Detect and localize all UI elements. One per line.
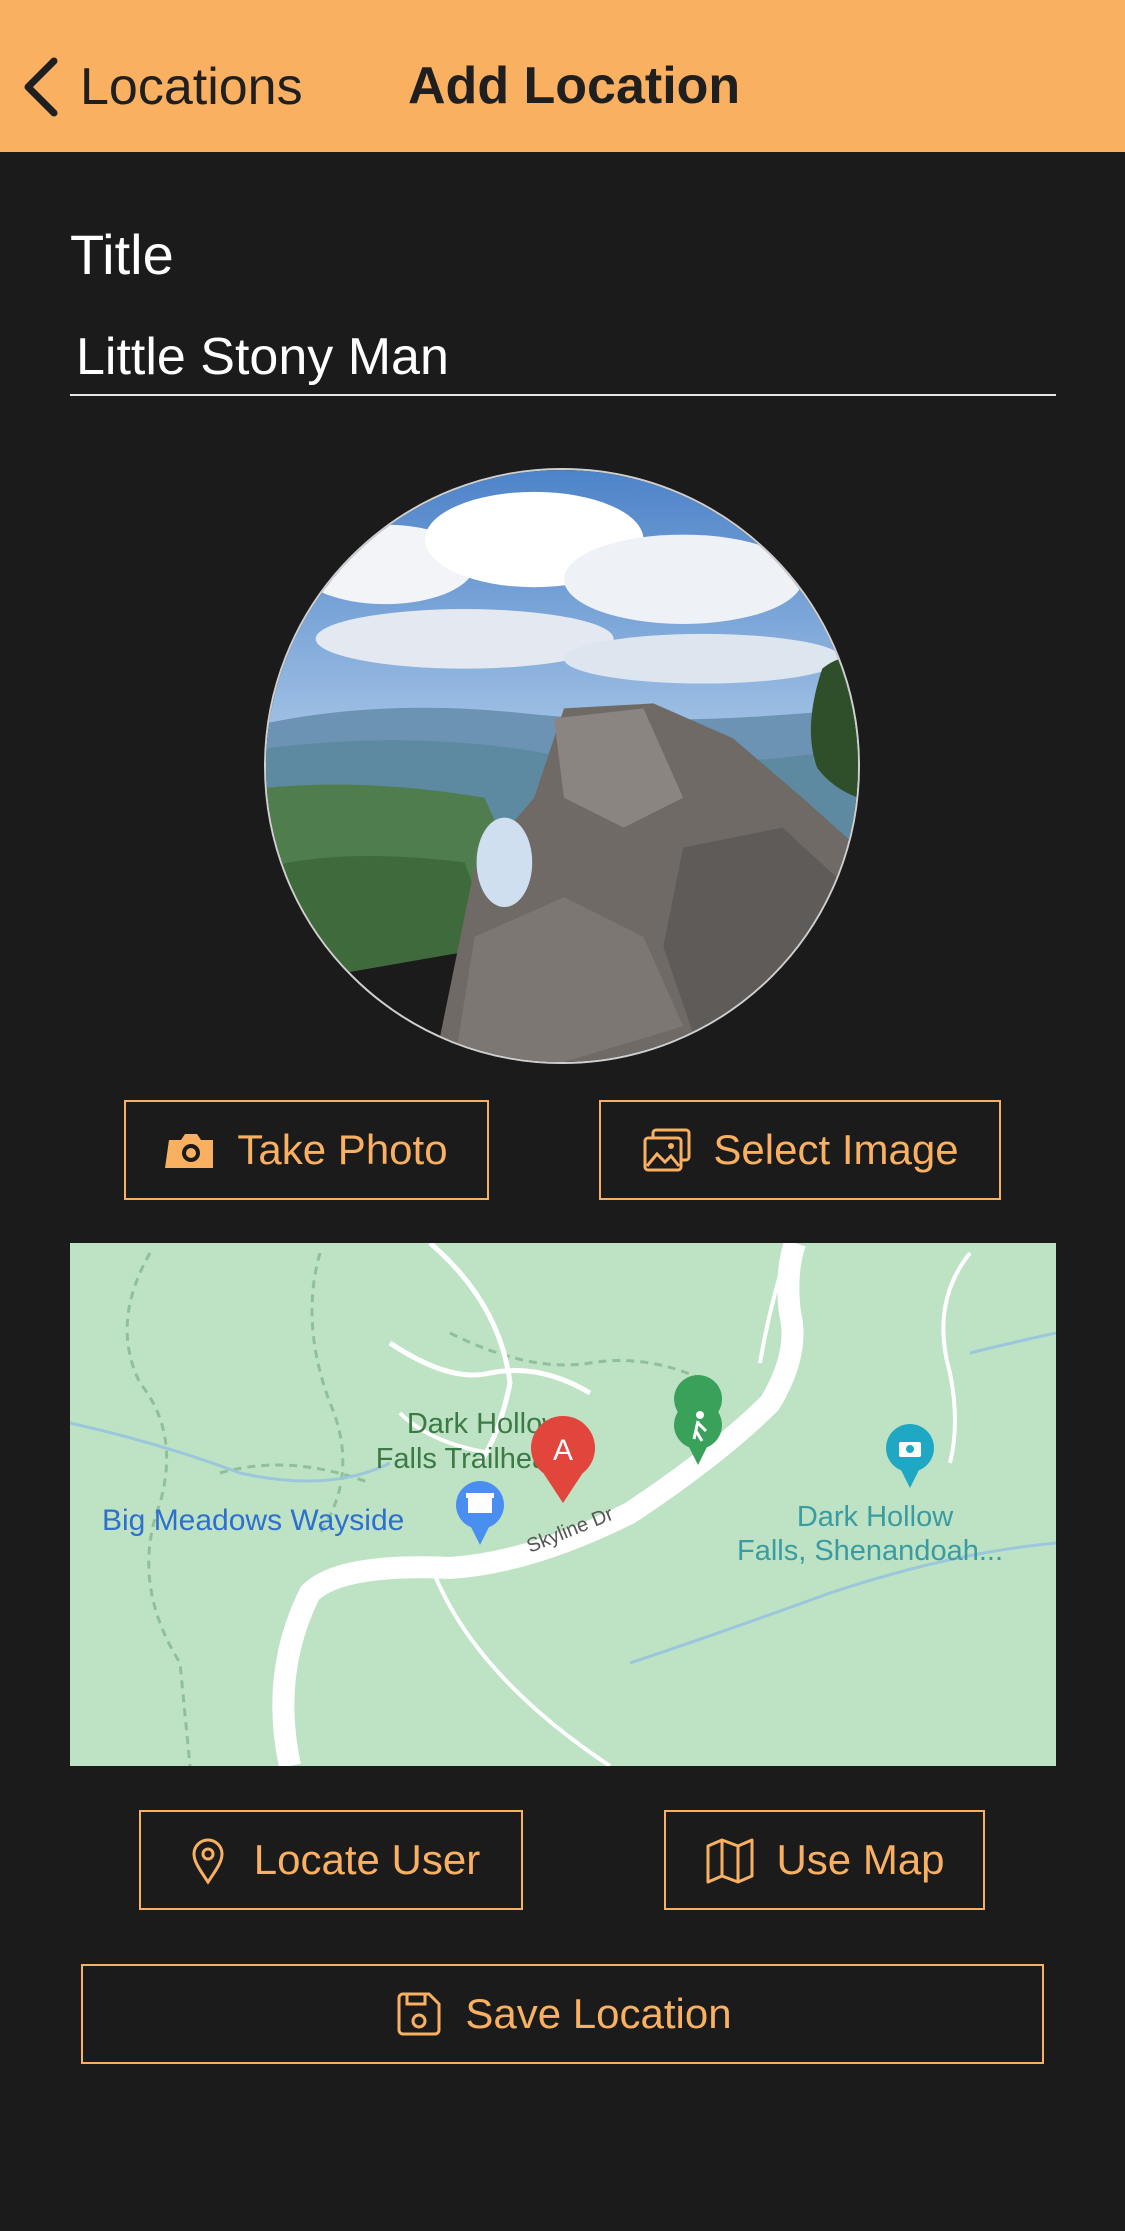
locate-user-button[interactable]: Locate User bbox=[139, 1810, 523, 1910]
falls-label-line1: Dark Hollow bbox=[797, 1501, 954, 1533]
take-photo-button[interactable]: Take Photo bbox=[124, 1100, 489, 1200]
camera-icon bbox=[165, 1134, 214, 1168]
save-icon bbox=[397, 1992, 441, 2036]
use-map-label: Use Map bbox=[776, 1836, 945, 1883]
wayside-label: Big Meadows Wayside bbox=[102, 1504, 404, 1537]
marker-label: A bbox=[553, 1434, 573, 1467]
select-image-button[interactable]: Select Image bbox=[599, 1100, 1001, 1200]
back-button[interactable]: Locations bbox=[20, 52, 303, 122]
map-icon bbox=[706, 1838, 754, 1884]
title-input[interactable] bbox=[70, 320, 1056, 396]
select-image-label: Select Image bbox=[713, 1126, 959, 1173]
image-gallery-icon bbox=[643, 1128, 691, 1172]
location-map[interactable]: Skyline Dr Dark Hollow Falls Trailhead B… bbox=[70, 1243, 1056, 1766]
location-photo bbox=[264, 468, 860, 1064]
chevron-left-icon bbox=[24, 57, 58, 117]
take-photo-label: Take Photo bbox=[237, 1126, 448, 1173]
locate-user-label: Locate User bbox=[253, 1836, 481, 1883]
map-pin-icon bbox=[192, 1838, 224, 1885]
navigation-bar: Locations Add Location bbox=[0, 0, 1125, 152]
save-location-label: Save Location bbox=[465, 1990, 732, 2037]
title-label: Title bbox=[70, 223, 174, 286]
falls-label-line2: Falls, Shenandoah... bbox=[737, 1535, 1003, 1567]
use-map-button[interactable]: Use Map bbox=[664, 1810, 985, 1910]
save-location-button[interactable]: Save Location bbox=[81, 1964, 1044, 2064]
page-title: Add Location bbox=[408, 57, 741, 115]
back-button-label: Locations bbox=[80, 58, 303, 116]
